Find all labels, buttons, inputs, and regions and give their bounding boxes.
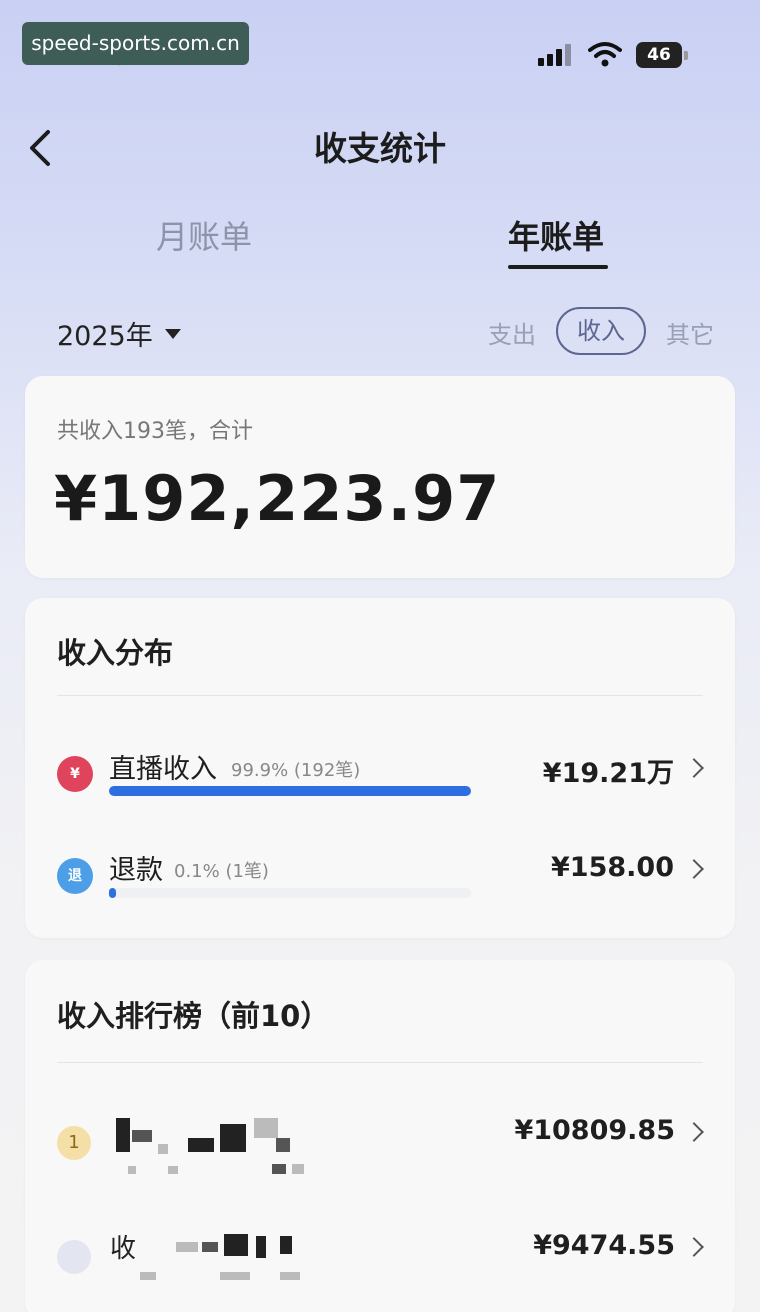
ranking-item-prefix: 收 bbox=[110, 1234, 137, 1264]
watermark: speed-sports.com.cn bbox=[22, 22, 249, 65]
progress-track bbox=[109, 888, 471, 898]
distribution-item-label: 退款 bbox=[109, 855, 163, 886]
distribution-item-amount: ¥19.21万 bbox=[542, 758, 674, 789]
active-tab-indicator bbox=[508, 265, 608, 269]
divider bbox=[57, 695, 703, 696]
distribution-item-label: 直播收入 bbox=[109, 754, 217, 785]
rank-badge: 1 bbox=[57, 1126, 91, 1160]
filter-expense[interactable]: 支出 bbox=[488, 315, 536, 350]
ranking-item-amount: ¥9474.55 bbox=[533, 1230, 675, 1261]
filter-other[interactable]: 其它 bbox=[666, 315, 714, 350]
year-selector[interactable]: 2025年 bbox=[57, 314, 181, 353]
distribution-item-meta: 99.9% (192笔) bbox=[231, 760, 361, 781]
cellular-signal-icon bbox=[538, 44, 572, 66]
filter-income[interactable]: 收入 bbox=[556, 307, 646, 355]
progress-fill bbox=[109, 888, 117, 898]
blurred-name bbox=[116, 1114, 311, 1180]
divider bbox=[57, 1062, 703, 1063]
blurred-name bbox=[140, 1228, 310, 1288]
battery-level: 46 bbox=[647, 45, 671, 65]
ranking-title: 收入排行榜（前10） bbox=[57, 999, 330, 1033]
ranking-item-amount: ¥10809.85 bbox=[514, 1115, 675, 1146]
caret-down-icon bbox=[164, 328, 181, 339]
live-income-icon: ¥ bbox=[57, 756, 93, 792]
progress-track bbox=[109, 786, 471, 796]
summary-amount: ¥192,223.97 bbox=[54, 462, 501, 535]
summary-caption: 共收入193笔，合计 bbox=[57, 419, 253, 444]
tab-yearly-bill[interactable]: 年账单 bbox=[508, 212, 604, 258]
year-value: 2025年 bbox=[57, 321, 153, 352]
distribution-item-amount: ¥158.00 bbox=[551, 852, 674, 883]
tab-monthly-bill[interactable]: 月账单 bbox=[156, 212, 252, 258]
rank-badge bbox=[57, 1240, 91, 1274]
distribution-title: 收入分布 bbox=[57, 636, 174, 670]
wifi-icon bbox=[588, 42, 622, 67]
progress-fill bbox=[109, 786, 471, 796]
battery-icon: 46 bbox=[636, 42, 688, 68]
distribution-item-meta: 0.1% (1笔) bbox=[174, 861, 269, 882]
refund-icon: 退 bbox=[57, 858, 93, 894]
page-title: 收支统计 bbox=[314, 129, 446, 168]
